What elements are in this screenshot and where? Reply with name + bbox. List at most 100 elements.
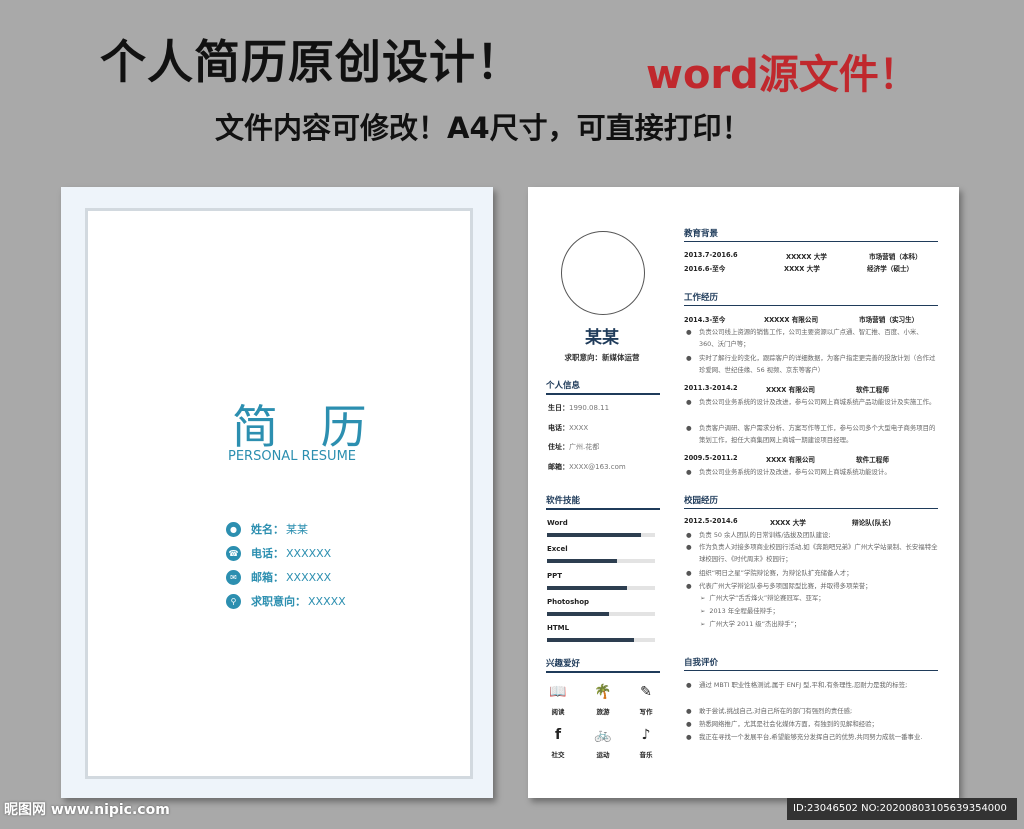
hobby-label: 写作 <box>639 708 653 716</box>
section-personal-title: 个人信息 <box>546 379 660 395</box>
hobby-sports: 🚲 运动 <box>585 727 621 759</box>
skill-name: Word <box>547 519 568 527</box>
list-item: ● 我正在寻找一个发展平台,希望能够充分发挥自己的优势,共同努力成就一番事业. <box>686 733 923 741</box>
resume-name: 某某 <box>585 328 619 348</box>
person-icon: ● <box>226 521 241 537</box>
row-date: 2011.3-2014.2 <box>684 384 738 392</box>
list-item: ● 作为负责人对接多项商业校园行活动,如《奔跑吧兄弟》广州大学站录制、长安福特全球… <box>686 543 938 563</box>
facebook-icon: f <box>554 727 562 743</box>
list-item: ● 负责公司业务系统的设计及改进，参与公司网上商城系统产品功能设计及实施工作。 <box>686 398 936 406</box>
list-item: ● 负责公司业务系统的设计及改进，参与公司网上商城系统功能设计。 <box>686 468 891 476</box>
row-date: 2014.3-至今 <box>684 316 726 324</box>
banner-title-red: word源文件！ <box>646 52 919 98</box>
palm-tree-icon: 🌴 <box>594 684 612 700</box>
award-item: ➢ 广州大学 2011 级“杰出辩手”； <box>700 620 801 628</box>
personal-email: 邮箱：XXXX@163.com <box>548 462 626 472</box>
award-item: ➢ 2013 年全程最佳辩手； <box>700 607 779 615</box>
skill-bar-track <box>547 612 655 616</box>
section-education-title: 教育背景 <box>684 227 938 242</box>
skill-ppt: PPT <box>547 572 655 590</box>
phone-icon: ☎ <box>226 545 241 561</box>
personal-birthday: 生日：1990.08.11 <box>548 403 609 413</box>
watermark-left: 昵图网 www.nipic.com <box>4 802 170 818</box>
hobby-social: f 社交 <box>540 727 576 759</box>
book-icon: 📖 <box>549 684 567 700</box>
list-item: ● 组织“明日之星”学院辩论赛，为辩论队扩充储备人才； <box>686 569 853 577</box>
row-role: 经济学（硕士） <box>867 265 914 273</box>
personal-value: 广州.花都 <box>569 443 600 451</box>
cover-item-mail: ✉ 邮箱： XXXXXX <box>226 565 346 589</box>
list-item: ● 实时了解行业的变化，跟踪客户的详细数据，为客户指定更完善的投放计划（合作过珍爱… <box>686 354 936 374</box>
cover-item-label: 电话： <box>251 547 284 560</box>
section-work-title: 工作经历 <box>684 291 938 306</box>
hobby-label: 音乐 <box>639 751 653 759</box>
personal-label: 电话： <box>548 424 569 432</box>
skill-bar-fill <box>547 533 641 537</box>
skill-bar-fill <box>547 638 635 642</box>
cover-item-intent: ⚲ 求职意向： XXXXX <box>226 589 346 613</box>
skill-bar-track <box>547 586 655 590</box>
row-role: 市场营销（实习生） <box>859 316 919 324</box>
skill-bar-track <box>547 638 655 642</box>
resume-page: 某某 求职意向：新媒体运营 个人信息 生日：1990.08.11 电话：XXXX… <box>528 187 959 798</box>
personal-address: 住址：广州.花都 <box>548 442 599 452</box>
skill-bar-track <box>547 559 655 563</box>
cover-item-label: 邮箱： <box>251 571 284 584</box>
cover-title: 简 历 <box>232 400 381 454</box>
personal-label: 住址： <box>548 443 569 451</box>
banner-subtitle: 文件内容可修改！A4尺寸，可直接打印！ <box>215 111 751 145</box>
row-org: XXXX 有限公司 <box>766 386 816 394</box>
cover-item-value: XXXXXX <box>286 570 332 584</box>
list-item: ● 代表广州大学辩论队参与多项国际型比赛，并取得多项荣誉； <box>686 582 872 590</box>
row-date: 2009.5-2011.2 <box>684 454 738 462</box>
music-note-icon: ♪ <box>641 727 651 743</box>
banner-title: 个人简历原创设计！ <box>100 35 523 89</box>
cover-item-value: 某某 <box>286 523 308 536</box>
personal-label: 生日： <box>548 404 569 412</box>
skill-name: Photoshop <box>547 598 590 606</box>
section-campus-title: 校园经历 <box>684 494 938 509</box>
personal-value: XXXX <box>569 424 589 432</box>
list-item: ● 负责公司线上资源的销售工作，公司主要资源以广点通、智汇推、百度、小米、360、… <box>686 328 923 348</box>
row-role: 软件工程师 <box>856 456 889 464</box>
hobby-writing: ✎ 写作 <box>628 684 664 716</box>
hobby-label: 运动 <box>596 751 610 759</box>
award-item: ➢ 广州大学“舌舌烽火”辩论赛冠军、亚军； <box>700 594 825 602</box>
personal-phone: 电话：XXXX <box>548 423 588 433</box>
skill-photoshop: Photoshop <box>547 598 655 616</box>
personal-value: XXXX@163.com <box>569 463 626 471</box>
row-org: XXXX 大学 <box>784 265 820 273</box>
row-org: XXXX 有限公司 <box>766 456 816 464</box>
row-org: XXXX 大学 <box>770 519 806 527</box>
skill-excel: Excel <box>547 545 655 563</box>
mail-icon: ✉ <box>226 569 241 585</box>
skill-bar-fill <box>547 586 627 590</box>
section-skills-title: 软件技能 <box>546 494 660 510</box>
search-icon: ⚲ <box>226 593 241 609</box>
photo-placeholder <box>561 231 645 315</box>
resume-intent: 求职意向：新媒体运营 <box>564 353 640 362</box>
section-self-eval-title: 自我评价 <box>684 656 938 671</box>
hobby-label: 阅读 <box>551 708 565 716</box>
skill-name: HTML <box>547 624 570 632</box>
skill-name: Excel <box>547 545 568 553</box>
skill-word: Word <box>547 519 655 537</box>
hobby-travel: 🌴 旅游 <box>585 684 621 716</box>
row-role: 辩论队(队长) <box>852 519 891 527</box>
skill-bar-fill <box>547 612 609 616</box>
section-hobbies-title: 兴趣爱好 <box>546 657 660 673</box>
list-item: ● 通过 MBTI 职业性格测试,属于 ENFJ 型,平和,有条理性,忍耐力是我的… <box>686 681 908 689</box>
personal-value: 1990.08.11 <box>569 404 610 412</box>
cover-item-phone: ☎ 电话： XXXXXX <box>226 541 346 565</box>
skill-html: HTML <box>547 624 655 642</box>
hobby-label: 社交 <box>551 751 565 759</box>
row-date: 2012.5-2014.6 <box>684 517 738 525</box>
list-item: ● 负责 50 余人团队的日常训练/选拔及团队建设; <box>686 531 831 539</box>
list-item: ● 负责客户调研、客户需求分析、方案写作等工作，参与公司多个大型电子商务项目的策划… <box>686 424 936 444</box>
cover-contact-list: ● 姓名： 某某 ☎ 电话： XXXXXX ✉ 邮箱： XXXXXX ⚲ 求职意… <box>226 517 346 613</box>
list-item: ● 熟悉网络推广，尤其是社会化媒体方面，有独到的见解和经验； <box>686 720 878 728</box>
list-item: ● 敢于尝试,挑战自己,对自己所在的部门有强烈的责任感; <box>686 707 853 715</box>
skill-name: PPT <box>547 572 563 580</box>
cover-item-label: 姓名： <box>251 523 284 536</box>
row-role: 市场营销（本科） <box>869 253 922 261</box>
